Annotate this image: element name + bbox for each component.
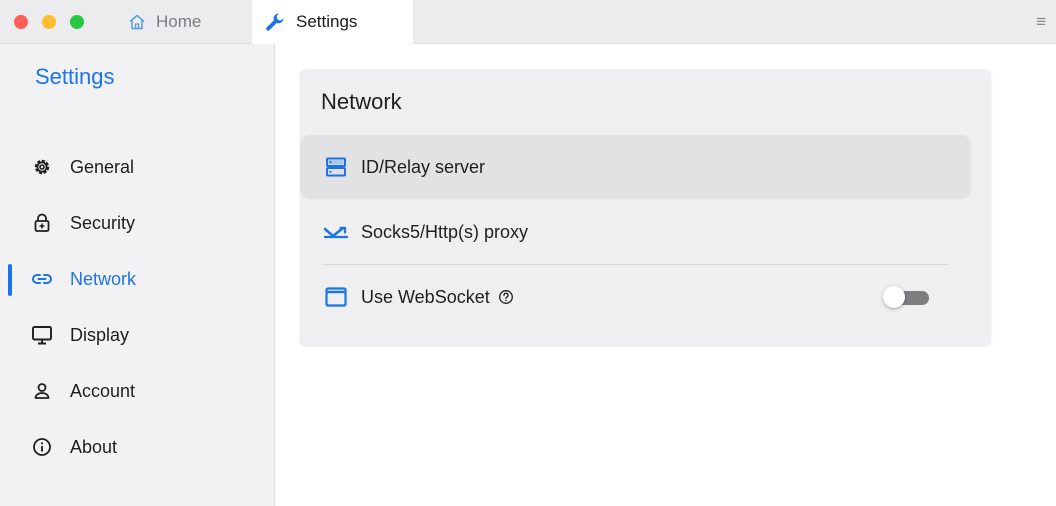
sidebar-item-display[interactable]: Display	[0, 312, 275, 358]
wrench-icon	[264, 11, 286, 33]
network-settings-card: Network ID/Relay server Socks5/Http(s) p…	[300, 69, 991, 345]
title-bar: Home Settings ≡	[0, 0, 1056, 44]
sidebar-item-label: Account	[70, 380, 136, 401]
hamburger-menu-icon[interactable]: ≡	[1036, 12, 1046, 32]
row-label: ID/Relay server	[361, 156, 486, 177]
section-title: Network	[321, 89, 402, 114]
link-icon	[31, 268, 53, 290]
server-icon	[323, 154, 349, 180]
sidebar-item-label: Network	[70, 268, 137, 289]
sidebar-item-network[interactable]: Network	[0, 256, 275, 302]
sidebar-item-general[interactable]: General	[0, 144, 275, 190]
sidebar-item-account[interactable]: Account	[0, 368, 275, 414]
gear-icon	[31, 156, 53, 178]
sidebar-item-label: About	[70, 436, 118, 457]
tab-home-label: Home	[156, 12, 202, 31]
tab-home[interactable]: Home	[118, 0, 248, 44]
maximize-window-button[interactable]	[70, 15, 84, 29]
row-label: Socks5/Http(s) proxy	[361, 221, 529, 242]
home-icon	[128, 13, 146, 31]
minimize-window-button[interactable]	[42, 15, 56, 29]
sidebar-item-security[interactable]: Security	[0, 200, 275, 246]
close-window-button[interactable]	[14, 15, 28, 29]
toggle-knob	[883, 286, 905, 308]
app-window: Home Settings ≡ Settings General Securit…	[0, 0, 1056, 506]
sidebar: Settings General Security Network Displa…	[0, 44, 275, 506]
sidebar-item-label: Display	[70, 324, 130, 345]
proxy-icon	[323, 219, 349, 245]
person-icon	[31, 380, 53, 402]
tab-settings-label: Settings	[296, 12, 358, 31]
help-circle-icon[interactable]	[498, 289, 514, 305]
info-icon	[31, 436, 53, 458]
use-websocket-toggle[interactable]	[883, 286, 931, 308]
sidebar-item-about[interactable]: About	[0, 424, 275, 470]
socks5-proxy-row[interactable]: Socks5/Http(s) proxy	[300, 200, 971, 264]
sidebar-title: Settings	[35, 64, 115, 89]
use-websocket-row: Use WebSocket	[300, 265, 971, 329]
row-label: Use WebSocket	[361, 286, 490, 307]
id-relay-server-row[interactable]: ID/Relay server	[300, 135, 971, 199]
sidebar-item-label: Security	[70, 212, 136, 233]
lock-icon	[31, 212, 53, 234]
sidebar-item-label: General	[70, 156, 135, 177]
window-icon	[323, 284, 349, 310]
tab-settings[interactable]: Settings	[252, 0, 413, 44]
monitor-icon	[31, 324, 53, 346]
